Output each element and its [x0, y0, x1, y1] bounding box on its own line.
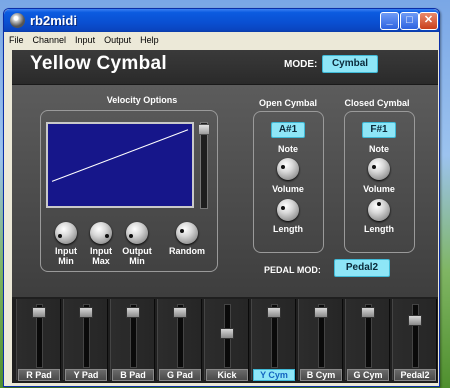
menu-output[interactable]: Output [99, 32, 135, 45]
menu-channel[interactable]: Channel [28, 32, 71, 45]
pedal-mod-label: PEDAL MOD: [264, 265, 321, 275]
open-volume-label: Volume [272, 184, 304, 194]
channel-fader-thumb[interactable] [173, 307, 187, 318]
velocity-options-title: Velocity Options [106, 95, 178, 105]
channel-fader-thumb[interactable] [79, 307, 93, 318]
knob-indicator [281, 206, 285, 210]
velocity-slider-thumb[interactable] [198, 124, 210, 135]
open-cymbal-note-button[interactable]: A#1 [271, 122, 305, 138]
open-volume-knob[interactable] [277, 158, 299, 180]
closed-volume-label: Volume [363, 184, 395, 194]
instrument-title: Yellow Cymbal [30, 53, 167, 74]
knob-indicator [105, 234, 109, 238]
knob-indicator [129, 234, 133, 238]
close-button[interactable]: ✕ [419, 12, 438, 30]
knob-indicator [58, 234, 62, 238]
closed-length-label: Length [364, 224, 394, 234]
maximize-button[interactable]: □ [400, 12, 419, 30]
channel-fader-thumb[interactable] [32, 307, 46, 318]
channel-mixer: R Pad Y Pad B Pad G Pad Kick Y Cym B Cym G Cym P… [12, 297, 438, 383]
channel-fader-track[interactable] [412, 304, 419, 368]
input-max-label: Input Max [90, 246, 112, 266]
menu-bar: File Channel Input Output Help [4, 32, 439, 50]
minimize-button[interactable]: _ [380, 12, 399, 30]
open-note-label: Note [278, 144, 298, 154]
channel-strip: G Cym [345, 299, 390, 381]
window-title: rb2midi [30, 13, 77, 28]
knob-indicator [180, 229, 184, 233]
channel-button[interactable]: G Pad [159, 369, 201, 381]
closed-volume-knob[interactable] [368, 158, 390, 180]
channel-button[interactable]: G Cym [347, 369, 389, 381]
output-min-knob[interactable] [126, 222, 148, 244]
channel-button[interactable]: B Cym [300, 369, 342, 381]
pedal-mod-button[interactable]: Pedal2 [334, 259, 390, 277]
closed-cymbal-title: Closed Cymbal [344, 98, 410, 108]
velocity-curve-graph[interactable] [46, 122, 194, 208]
menu-file[interactable]: File [4, 32, 28, 45]
mode-button[interactable]: Cymbal [322, 55, 378, 73]
input-min-label: Input Min [55, 246, 77, 266]
channel-strip: Kick [204, 299, 249, 381]
channel-button[interactable]: Pedal2 [394, 369, 436, 381]
open-cymbal-title: Open Cymbal [258, 98, 317, 108]
channel-fader-thumb[interactable] [314, 307, 328, 318]
app-content: Yellow Cymbal MODE: Cymbal Velocity Opti… [12, 50, 438, 383]
channel-fader-thumb[interactable] [220, 328, 234, 339]
channel-strip: Pedal2 [392, 299, 437, 381]
knob-indicator [372, 165, 376, 169]
random-label: Random [169, 246, 205, 256]
channel-strip: R Pad [16, 299, 61, 381]
input-max-knob[interactable] [90, 222, 112, 244]
menu-input[interactable]: Input [70, 32, 99, 45]
channel-button[interactable]: B Pad [112, 369, 154, 381]
open-length-knob[interactable] [277, 199, 299, 221]
settings-panel: Velocity Options Input Min Input Max Out… [12, 85, 438, 297]
app-icon [10, 13, 25, 28]
closed-note-label: Note [369, 144, 389, 154]
channel-strip: B Pad [110, 299, 155, 381]
open-length-label: Length [273, 224, 303, 234]
knob-indicator [377, 202, 381, 206]
closed-length-knob[interactable] [368, 199, 390, 221]
closed-cymbal-note-button[interactable]: F#1 [362, 122, 396, 138]
random-knob[interactable] [176, 222, 198, 244]
channel-button[interactable]: Kick [206, 369, 248, 381]
channel-button[interactable]: R Pad [18, 369, 60, 381]
channel-strip: Y Pad [63, 299, 108, 381]
velocity-slider-track[interactable] [200, 122, 208, 209]
menu-help[interactable]: Help [135, 32, 163, 45]
channel-strip: Y Cym [251, 299, 296, 381]
channel-strip: G Pad [157, 299, 202, 381]
input-min-knob[interactable] [55, 222, 77, 244]
app-window: rb2midi _ □ ✕ File Channel Input Output Help… [3, 8, 440, 387]
channel-fader-thumb[interactable] [361, 307, 375, 318]
channel-fader-thumb[interactable] [408, 315, 422, 326]
channel-strip: B Cym [298, 299, 343, 381]
title-bar[interactable]: rb2midi _ □ ✕ [4, 9, 439, 32]
knob-indicator [281, 165, 285, 169]
output-min-label: Output Min [122, 246, 152, 266]
channel-button[interactable]: Y Cym [253, 369, 295, 381]
channel-button[interactable]: Y Pad [65, 369, 107, 381]
velocity-curve-line [51, 129, 189, 182]
mode-label: MODE: [284, 59, 318, 70]
velocity-curve-svg [51, 129, 189, 182]
channel-fader-thumb[interactable] [126, 307, 140, 318]
instrument-header: Yellow Cymbal MODE: Cymbal [12, 50, 438, 85]
channel-fader-thumb[interactable] [267, 307, 281, 318]
